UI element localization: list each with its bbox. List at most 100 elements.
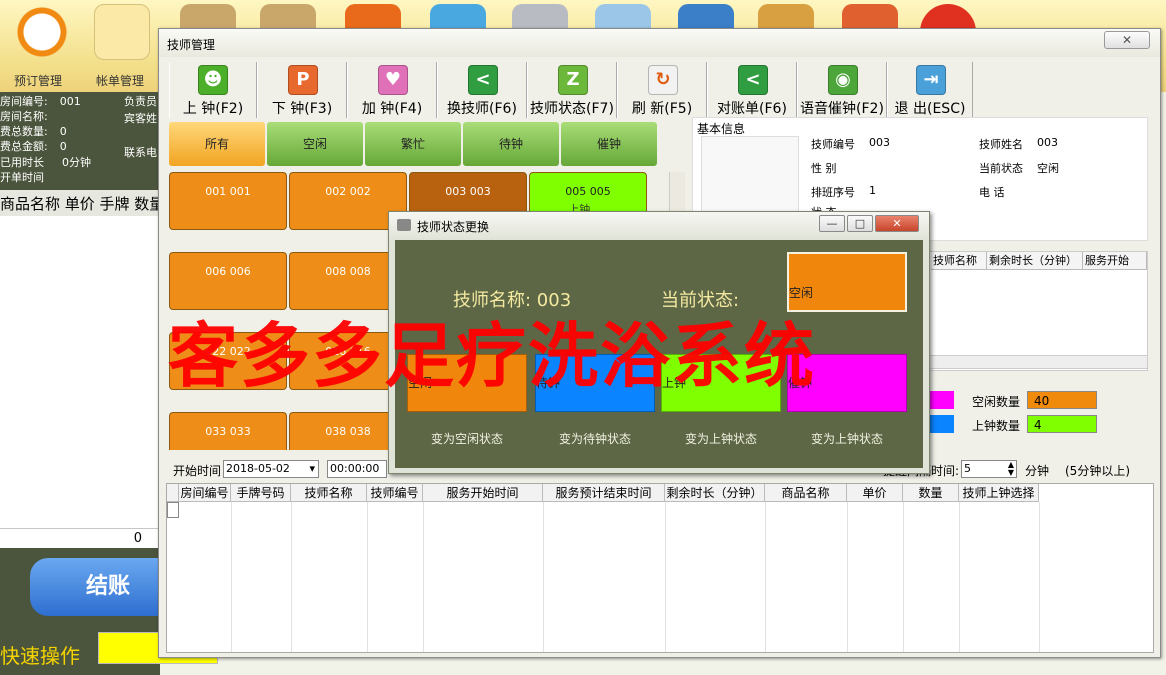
maximize-button[interactable]: □ (847, 215, 873, 232)
set-waiting-caption: 变为待钟状态 (558, 432, 631, 446)
column-divider (291, 502, 292, 652)
window-title: 技师管理 (167, 38, 216, 52)
chevron-down-icon: ▾ (309, 462, 315, 475)
share-icon: < (468, 65, 498, 95)
col-room-no[interactable]: 房间编号 (179, 484, 231, 502)
tab-busy[interactable]: 繁忙 (365, 122, 461, 166)
col-product-name[interactable]: 商品名称 (765, 484, 847, 502)
column-divider (959, 502, 960, 652)
col-tech-name[interactable]: 技师名称 (291, 484, 367, 502)
dialog-titlebar[interactable]: 技师状态更换 — □ ✕ (389, 212, 929, 238)
col-tech-no[interactable]: 技师编号 (367, 484, 423, 502)
col-unit-price[interactable]: 单价 (847, 484, 903, 502)
reservation-label[interactable]: 预订管理 (14, 72, 62, 89)
remind-interval-stepper[interactable]: 5 ▲ ▼ (961, 460, 1017, 478)
clock-icon[interactable] (14, 4, 70, 60)
phone-label: 电 话 (979, 186, 1005, 199)
dialog-title: 技师状态更换 (417, 220, 490, 234)
refresh-button[interactable]: ↻ 刷 新(F5) (617, 62, 707, 118)
set-reminder-caption: 变为上钟状态 (810, 432, 883, 446)
col-hand-no[interactable]: 手牌号码 (231, 484, 291, 502)
card-label: 005 005 (565, 185, 611, 198)
room-info-panel: 房间编号: 001 房间名称: 费总数量: 0 费总金额: 0 已用时长 0分钟 开单时… (0, 92, 160, 188)
column-divider (231, 502, 232, 652)
card-label: 003 003 (445, 185, 491, 198)
start-date-select[interactable]: 2018-05-02 ▾ (223, 460, 319, 478)
start-time-value: 00:00:00 (330, 462, 380, 475)
current-state-value: 空闲 (789, 286, 814, 300)
tech-no-value: 003 (869, 136, 890, 149)
statement-label: 对账单(F6) (717, 101, 787, 117)
goods-list[interactable] (0, 216, 160, 528)
add-clock-button[interactable]: ♥ 加 钟(F4) (347, 62, 437, 118)
person-icon: ☻ (198, 65, 228, 95)
column-divider (543, 502, 544, 652)
card-label: 002 002 (325, 185, 371, 198)
clock-out-button[interactable]: P 下 钟(F3) (257, 62, 347, 118)
col-tech-name[interactable]: 技师名称 (931, 252, 987, 270)
clock-in-button[interactable]: ☻ 上 钟(F2) (169, 62, 257, 118)
technician-card[interactable]: 006 006 (169, 252, 287, 310)
pink-swatch (928, 391, 954, 409)
voice-reminder-button[interactable]: ◉ 语音催钟(F2) (797, 62, 887, 118)
current-state-value: 空闲 (1037, 162, 1059, 175)
technician-card[interactable]: 033 033 (169, 412, 287, 450)
technician-status-button[interactable]: Z 技师状态(F7) (527, 62, 617, 118)
row-selector[interactable] (167, 502, 179, 518)
change-technician-button[interactable]: < 换技师(F6) (437, 62, 527, 118)
add-clock-label: 加 钟(F4) (361, 101, 423, 117)
clock-in-label: 上 钟(F2) (182, 101, 244, 117)
gender-label: 性 别 (811, 162, 837, 175)
service-detail-table[interactable]: 房间编号 手牌号码 技师名称 技师编号 服务开始时间 服务预计结束时间 剩余时长… (166, 483, 1154, 653)
total-value: 0 (0, 528, 160, 548)
order-label: 排班序号 (811, 186, 855, 199)
change-technician-label: 换技师(F6) (447, 101, 517, 117)
used-time-value: 0分钟 (62, 156, 91, 169)
set-idle-caption: 变为空闲状态 (430, 432, 503, 446)
maximize-icon: □ (854, 217, 866, 230)
tab-waiting[interactable]: 待钟 (463, 122, 559, 166)
col-remaining-time[interactable]: 剩余时长（分钟） (665, 484, 765, 502)
start-time-label: 开始时间 (173, 464, 222, 478)
tab-all[interactable]: 所有 (169, 122, 265, 166)
col-service-start[interactable]: 服务开始 (1083, 252, 1147, 270)
col-tech-select[interactable]: 技师上钟选择 (959, 484, 1039, 502)
busy-count-label: 上钟数量 (972, 419, 1021, 433)
tech-name-value: 003 (1037, 136, 1058, 149)
bill-label[interactable]: 帐单管理 (96, 72, 144, 89)
open-time-label: 开单时间 (0, 171, 44, 184)
quick-operation-label: 快速操作 (0, 644, 80, 668)
technician-name-label: 技师名称: 003 (453, 290, 572, 311)
tab-reminder[interactable]: 催钟 (561, 122, 657, 166)
tab-idle[interactable]: 空闲 (267, 122, 363, 166)
column-divider (847, 502, 848, 652)
statement-button[interactable]: < 对账单(F6) (707, 62, 797, 118)
voice-reminder-label: 语音催钟(F2) (800, 101, 884, 117)
minute-note-label: (5分钟以上) (1065, 464, 1130, 478)
close-button[interactable]: ✕ (875, 215, 919, 232)
used-time-label: 已用时长 (0, 156, 44, 169)
fee-amount-value: 0 (59, 140, 67, 153)
column-divider (1039, 502, 1040, 652)
start-time-input[interactable]: 00:00:00 (327, 460, 387, 478)
col-remaining-time[interactable]: 剩余时长（分钟） (987, 252, 1083, 270)
window-titlebar[interactable]: 技师管理 ✕ (159, 29, 1160, 57)
contact-label: 联系电 (124, 146, 157, 159)
col-service-start-time[interactable]: 服务开始时间 (423, 484, 543, 502)
technician-card[interactable]: 001 001 (169, 172, 287, 230)
minimize-button[interactable]: — (819, 215, 845, 232)
current-state-label: 当前状态: (661, 290, 740, 311)
column-divider (765, 502, 766, 652)
col-service-end-time[interactable]: 服务预计结束时间 (543, 484, 665, 502)
notepad-icon[interactable] (94, 4, 150, 60)
current-state-label: 当前状态 (979, 162, 1023, 175)
minimize-icon: — (826, 217, 838, 230)
heart-icon: ♥ (378, 65, 408, 95)
card-label: 001 001 (205, 185, 251, 198)
row-selector-header (167, 484, 179, 502)
tech-name-label: 技师姓名 (979, 138, 1023, 151)
exit-button[interactable]: ⇥ 退 出(ESC) (887, 62, 973, 118)
minute-unit-label: 分钟 (1025, 464, 1050, 478)
col-quantity[interactable]: 数量 (903, 484, 959, 502)
close-button[interactable]: ✕ (1104, 31, 1150, 49)
